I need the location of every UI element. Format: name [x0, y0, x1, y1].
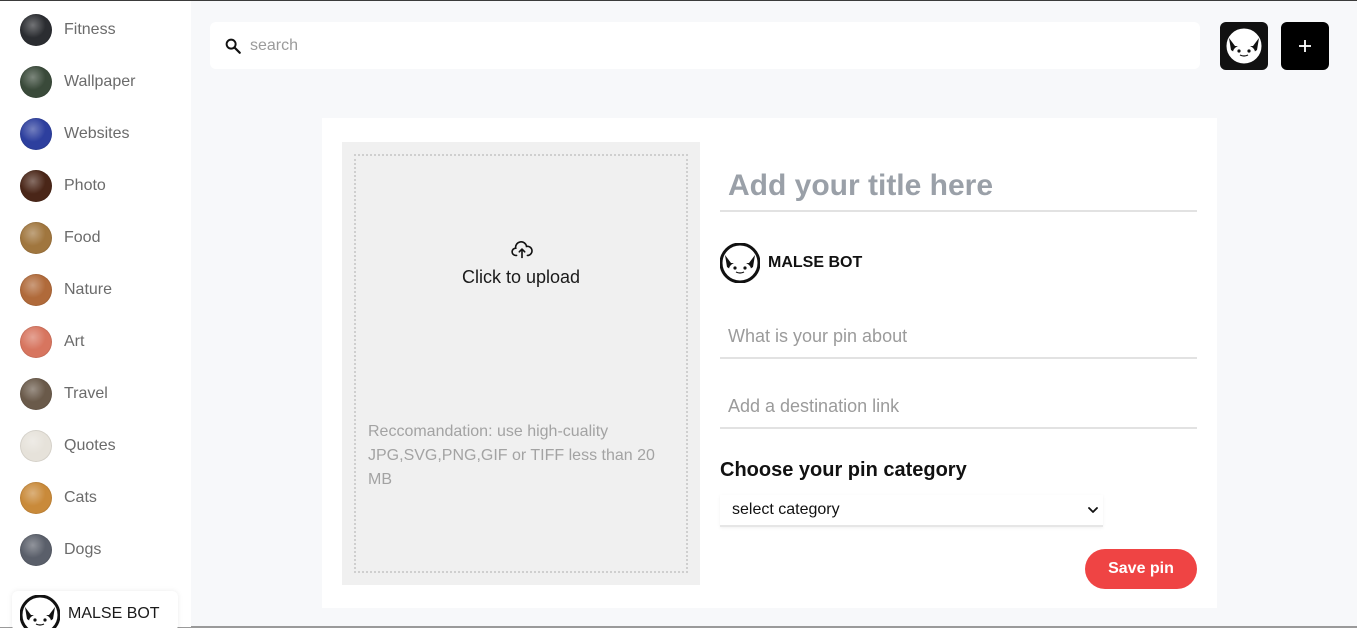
sidebar-item-food[interactable]: Food [20, 222, 180, 254]
category-thumbnail [20, 482, 52, 514]
sidebar-item-label: Food [64, 229, 101, 246]
destination-link-input[interactable] [720, 385, 1197, 429]
category-thumbnail [20, 170, 52, 202]
category-thumbnail [20, 222, 52, 254]
sidebar-item-dogs[interactable]: Dogs [20, 534, 180, 566]
sidebar-item-websites[interactable]: Websites [20, 118, 180, 150]
sidebar-user-profile[interactable]: MALSE BOT [12, 591, 178, 628]
create-pin-button[interactable] [1281, 22, 1329, 70]
cloud-upload-icon [511, 241, 533, 259]
chevron-down-icon [1088, 507, 1098, 513]
upload-label: Click to upload [461, 267, 581, 287]
category-select-value: select category [732, 501, 840, 518]
sidebar-item-photo[interactable]: Photo [20, 170, 180, 202]
category-thumbnail [20, 14, 52, 46]
search-input[interactable] [250, 30, 1200, 61]
upload-dropzone[interactable]: Click to upload Reccomandation: use high… [354, 154, 688, 573]
pin-author: MALSE BOT [720, 243, 862, 283]
sidebar-item-label: Quotes [64, 437, 116, 454]
title-input[interactable] [720, 162, 1197, 212]
malse-bot-avatar-icon [1224, 26, 1264, 66]
sidebar-item-wallpaper[interactable]: Wallpaper [20, 66, 180, 98]
category-thumbnail [20, 378, 52, 410]
sidebar-item-label: Dogs [64, 541, 102, 558]
profile-button[interactable] [1220, 22, 1268, 70]
category-thumbnail [20, 118, 52, 150]
sidebar-item-art[interactable]: Art [20, 326, 180, 358]
sidebar-item-label: Cats [64, 489, 97, 506]
category-thumbnail [20, 326, 52, 358]
sidebar-item-cats[interactable]: Cats [20, 482, 180, 514]
sidebar-item-label: Fitness [64, 21, 116, 38]
sidebar-item-fitness[interactable]: Fitness [20, 14, 180, 46]
search-bar [210, 22, 1200, 69]
sidebar-item-travel[interactable]: Travel [20, 378, 180, 410]
save-pin-button[interactable]: Save pin [1085, 549, 1197, 589]
user-avatar [20, 595, 60, 628]
sidebar-item-label: Websites [64, 125, 130, 142]
sidebar-item-label: Travel [64, 385, 108, 402]
create-pin-card: Click to upload Reccomandation: use high… [322, 118, 1217, 608]
pin-about-input[interactable] [720, 315, 1197, 359]
search-icon [225, 38, 241, 54]
category-heading: Choose your pin category [720, 459, 967, 481]
category-thumbnail [20, 430, 52, 462]
author-avatar [720, 243, 760, 283]
category-select[interactable]: select category [720, 495, 1103, 527]
category-thumbnail [20, 274, 52, 306]
category-thumbnail [20, 66, 52, 98]
sidebar-item-label: Art [64, 333, 85, 350]
plus-icon [1299, 40, 1311, 52]
sidebar-item-label: Wallpaper [64, 73, 136, 90]
sidebar: Fitness Wallpaper Websites Photo Food Na… [0, 1, 191, 628]
user-name: MALSE BOT [68, 605, 160, 622]
author-name: MALSE BOT [768, 254, 863, 271]
upload-recommendation: Reccomandation: use high-cuality JPG,SVG… [368, 423, 655, 488]
upload-area: Click to upload Reccomandation: use high… [342, 142, 700, 585]
sidebar-item-nature[interactable]: Nature [20, 274, 180, 306]
sidebar-item-label: Photo [64, 177, 106, 194]
category-thumbnail [20, 534, 52, 566]
sidebar-item-label: Nature [64, 281, 113, 298]
sidebar-item-quotes[interactable]: Quotes [20, 430, 180, 462]
